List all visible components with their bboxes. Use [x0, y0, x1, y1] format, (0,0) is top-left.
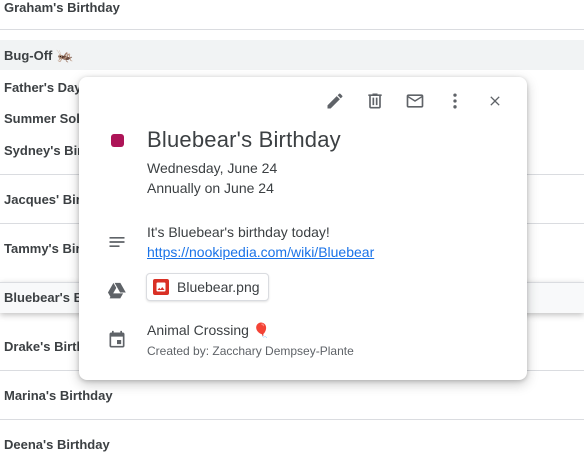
event-row-label: Drake's Birth [4, 338, 85, 354]
event-title: Bluebear's Birthday [147, 127, 341, 152]
event-creator: Created by: Zacchary Dempsey-Plante [147, 344, 354, 358]
cricket-icon: 🦗 [56, 46, 74, 63]
divider [0, 29, 584, 30]
email-guests-button[interactable] [397, 89, 433, 113]
event-row-label: Tammy's Bir [4, 240, 81, 256]
description-icon [109, 237, 125, 247]
event-row-label: Deena's Birthday [4, 436, 110, 452]
event-row-marina[interactable]: Marina's Birthday [0, 385, 584, 405]
event-row-label: Bluebear's B [4, 289, 83, 305]
calendar-icon [109, 330, 125, 348]
event-row-label: Summer Sol [4, 110, 80, 126]
delete-event-button[interactable] [357, 89, 393, 113]
calendar-color-swatch [111, 134, 124, 147]
close-icon [490, 96, 500, 106]
calendar-name: Animal Crossing 🎈 [147, 322, 271, 338]
close-popup-button[interactable] [477, 89, 513, 113]
event-row-label: Father's Day [4, 79, 82, 95]
event-details-popup: Bluebear's Birthday Wednesday, June 24 A… [79, 77, 527, 380]
attachment-chip[interactable]: Bluebear.png [146, 273, 269, 301]
event-row-label: Bug-Off [4, 47, 53, 63]
edit-event-button[interactable] [317, 89, 353, 113]
event-row-graham[interactable]: Graham's Birthday [0, 0, 584, 15]
divider [0, 419, 584, 420]
event-date: Wednesday, June 24 [147, 160, 278, 176]
event-link[interactable]: https://nookipedia.com/wiki/Bluebear [147, 244, 374, 260]
google-drive-icon [107, 282, 126, 299]
mail-icon [406, 94, 424, 108]
event-row-label: Sydney's Bir [4, 142, 83, 158]
more-options-button[interactable] [437, 89, 473, 113]
event-description: It's Bluebear's birthday today! [147, 224, 330, 240]
event-row-bug-off[interactable]: Bug-Off 🦗 [0, 44, 584, 66]
attachment-name: Bluebear.png [177, 279, 260, 295]
more-vert-icon [453, 93, 457, 109]
pencil-icon [327, 93, 343, 109]
event-row-deena[interactable]: Deena's Birthday [0, 434, 584, 454]
image-file-icon [153, 279, 169, 295]
trash-icon [368, 93, 382, 109]
event-recurrence: Annually on June 24 [147, 180, 274, 196]
event-row-label: Marina's Birthday [4, 387, 113, 403]
popup-toolbar [317, 89, 513, 113]
event-row-label: Graham's Birthday [4, 0, 120, 15]
event-row-label: Jacques' Bir [4, 191, 81, 207]
